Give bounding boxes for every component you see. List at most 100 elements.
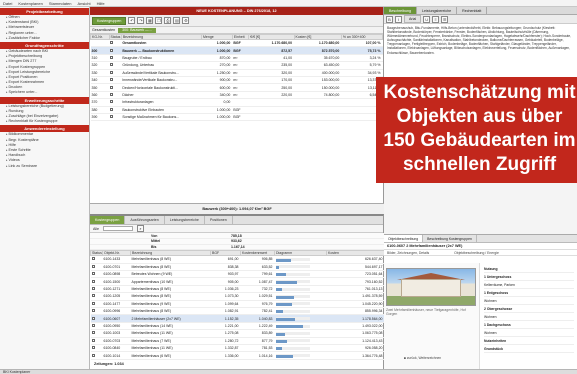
quantity[interactable]: 900,00 bbox=[201, 76, 233, 85]
quantity[interactable]: 270,00 bbox=[201, 61, 233, 70]
column-header[interactable]: Status bbox=[90, 250, 103, 257]
unit-price[interactable]: 41,00 bbox=[248, 54, 295, 63]
table-row[interactable]: 390 Sonstige Maßnahmen für Baukons... 1.00… bbox=[90, 113, 383, 122]
sidebar-section-header[interactable]: Anwendereinstellung bbox=[0, 125, 89, 133]
filter-input[interactable] bbox=[103, 226, 133, 231]
table-row[interactable]: 6100-0701 Mehrfamilienhaus (8 WE) 838,38 63… bbox=[90, 263, 385, 272]
checkbox-icon[interactable] bbox=[91, 323, 95, 327]
menu-hilfe[interactable]: Hilfe bbox=[97, 1, 105, 6]
unit-price[interactable] bbox=[248, 98, 295, 107]
settings-icon[interactable]: ⚙ bbox=[182, 17, 190, 24]
checkbox-icon[interactable] bbox=[91, 346, 95, 350]
checkbox-icon[interactable] bbox=[91, 287, 95, 291]
status-cell[interactable] bbox=[90, 300, 103, 309]
sidebar-section-header[interactable]: Projektbearbeitung bbox=[0, 8, 89, 15]
table-row[interactable]: 350 Decken/Horizontale Baukonstrukti... 60… bbox=[90, 83, 383, 92]
table-row[interactable]: 330 Außenwände/Vertikale Baukonstru... 1.2… bbox=[90, 69, 383, 77]
checkbox-icon[interactable] bbox=[91, 294, 95, 298]
description-text[interactable]: Baugrubenaushub, Bitu-Fundamente, Hilfs-… bbox=[384, 24, 577, 82]
quantity[interactable]: 870,00 bbox=[201, 54, 233, 63]
quantity[interactable]: 1.000,00 bbox=[201, 106, 233, 114]
bottom-tab[interactable]: Kostengruppen bbox=[90, 216, 126, 224]
checkbox-icon[interactable] bbox=[91, 331, 95, 335]
detail-tab[interactable]: Rechenblatt bbox=[457, 7, 488, 14]
crumb-300[interactable]: 300: Bauwerk —... bbox=[118, 27, 156, 33]
grid-icon[interactable]: ▦ bbox=[146, 17, 154, 24]
menu-ansicht[interactable]: Ansicht bbox=[78, 1, 91, 6]
copy-icon[interactable]: ❐ bbox=[155, 17, 163, 24]
checkbox-icon[interactable] bbox=[91, 353, 95, 357]
unit-price[interactable]: 872,57 bbox=[248, 46, 295, 55]
tab-beschreibung-kg[interactable]: Beschreibung Kostengruppen bbox=[423, 235, 477, 242]
undo-icon[interactable]: ↶ bbox=[128, 17, 136, 24]
align-icon[interactable]: ≡ bbox=[432, 15, 440, 23]
table-row[interactable]: 6100-0703 Mehrfamilienhaus (7 WE) 1.280,72… bbox=[90, 337, 385, 345]
sidebar-item[interactable]: ▸Rechenblatt für Kostengruppe bbox=[0, 119, 89, 124]
quantity[interactable]: 0,00 bbox=[201, 98, 233, 107]
checkbox-icon[interactable] bbox=[91, 338, 95, 342]
tab-kostengruppen[interactable]: Kostengruppen bbox=[92, 16, 127, 25]
table-row[interactable]: 6100-1014 Mehrfamilienhaus (6 WE) 1.336,00… bbox=[90, 351, 385, 360]
bold-icon[interactable]: B bbox=[386, 15, 393, 23]
unit-price[interactable]: 220,00 bbox=[248, 91, 295, 100]
table-row[interactable]: 6100-1477 Mehrfamilienhaus (9 WE) 1.099,64… bbox=[90, 300, 385, 309]
status-cell[interactable] bbox=[90, 322, 103, 331]
table-row[interactable]: 6100-1205 Mehrfamilienhaus (8 WE) 1.073,30… bbox=[90, 292, 385, 301]
status-cell[interactable] bbox=[90, 307, 103, 316]
sidebar-section-header[interactable]: Erweiterungsschritte bbox=[0, 96, 89, 104]
table-row[interactable]: 6100-0840 Mehrfamilienhaus (11 WE) 1.332,8… bbox=[90, 344, 385, 353]
italic-icon[interactable]: I bbox=[395, 15, 402, 23]
unit-price[interactable] bbox=[248, 113, 295, 122]
redo-icon[interactable]: ↷ bbox=[137, 17, 145, 24]
checkbox-icon[interactable] bbox=[91, 257, 95, 261]
bottom-tab[interactable]: Positionen bbox=[205, 216, 233, 224]
tab-objektbeschreibung[interactable]: Objektbeschreibung bbox=[384, 235, 424, 242]
crumb-gesamtkosten[interactable]: Gesamtkosten bbox=[92, 28, 115, 32]
search-icon[interactable]: ⌕ bbox=[137, 225, 144, 232]
table-row[interactable]: 6100-1003 Mehrfamilienhaus (11 WE) 1.275,0… bbox=[90, 329, 385, 338]
menu-kostenplanen[interactable]: Kostenplanen bbox=[18, 1, 42, 6]
sidebar-section-header[interactable]: Grundfragenschritte bbox=[0, 41, 89, 49]
table-row[interactable]: 6100-0898 Betreutes Wohnen (9 WE) 903,97 79… bbox=[90, 270, 385, 279]
table-row[interactable]: 6100-1500 Appartementhaus (10 WE) 905,00 1.… bbox=[90, 277, 385, 286]
table-row[interactable]: 300 Bauwerk — Baukonstruktionen 1.000,00 BG… bbox=[90, 46, 383, 55]
status-cell[interactable] bbox=[90, 292, 103, 301]
unit-price[interactable]: 1.170.680,00 bbox=[248, 39, 295, 48]
column-header[interactable]: Status bbox=[108, 34, 122, 40]
sidebar-item[interactable]: ▸Link zu Seminare bbox=[0, 164, 89, 169]
sidebar-item[interactable]: ▸Zusätzlicher Faktor bbox=[0, 36, 89, 41]
table-row[interactable]: 340 Innenwände/Vertikale Baukonstru... 900… bbox=[90, 76, 383, 85]
status-cell[interactable] bbox=[90, 270, 103, 279]
table-row[interactable]: 6100-0950 Mehrfamilienhaus (14 WE) 1.221,0… bbox=[90, 322, 385, 331]
detail-tab[interactable]: Leistungsbereiche bbox=[417, 7, 458, 14]
unit-price[interactable]: 250,00 bbox=[248, 83, 295, 92]
status-cell[interactable] bbox=[90, 285, 103, 294]
sidebar-item[interactable]: ▸Speichern unter... bbox=[0, 90, 89, 95]
table-row[interactable]: 6100-1433 Mehrfamilienhaus (8 WE) 691,00 90… bbox=[90, 255, 385, 264]
menu-datei[interactable]: Datei bbox=[3, 1, 12, 6]
checkbox-icon[interactable] bbox=[91, 272, 95, 276]
status-cell[interactable] bbox=[90, 263, 103, 272]
print-icon[interactable]: ⎙ bbox=[164, 17, 172, 24]
table-row[interactable]: 6100-0607 2 Mehrfamilienhäuser (2x7 WE) 1.… bbox=[90, 314, 385, 323]
quantity[interactable]: 1.250,00 bbox=[201, 69, 233, 77]
checkbox-icon[interactable] bbox=[91, 316, 95, 320]
bottom-tab[interactable]: Leistungsbereiche bbox=[165, 216, 205, 224]
quantity[interactable]: 1.000,00 bbox=[201, 39, 233, 48]
table-row[interactable]: 380 Baukonstruktive Einbauten 1.000,00 BGF bbox=[90, 106, 383, 114]
unit-price[interactable]: 170,00 bbox=[248, 76, 295, 85]
chart-icon[interactable]: ▤ bbox=[173, 17, 181, 24]
table-row[interactable]: Gesamtkosten 1.000,00 BGF 1.170.680,00 1.170… bbox=[90, 39, 383, 48]
bottom-tab[interactable]: Ausführungsarten bbox=[125, 216, 165, 224]
unit-price[interactable]: 320,00 bbox=[248, 69, 295, 77]
underline-icon[interactable]: U bbox=[423, 15, 431, 23]
checkbox-icon[interactable] bbox=[91, 264, 95, 268]
table-row[interactable]: 310 Baugrube / Erdbau 870,00 m³ 41,00 35.670,… bbox=[90, 54, 383, 63]
quantity[interactable]: 1.000,00 bbox=[201, 46, 233, 55]
status-cell[interactable] bbox=[90, 314, 103, 323]
table-row[interactable]: 6100-1271 Mehrfamilienhaus (8 WE) 1.036,23… bbox=[90, 285, 385, 294]
menu-stammdaten[interactable]: Stammdaten bbox=[49, 1, 72, 6]
ok-button[interactable]: ■ zurück, Weiterzeichnen bbox=[404, 356, 441, 360]
status-cell[interactable] bbox=[90, 344, 103, 353]
quantity[interactable]: 340,00 bbox=[201, 91, 233, 100]
